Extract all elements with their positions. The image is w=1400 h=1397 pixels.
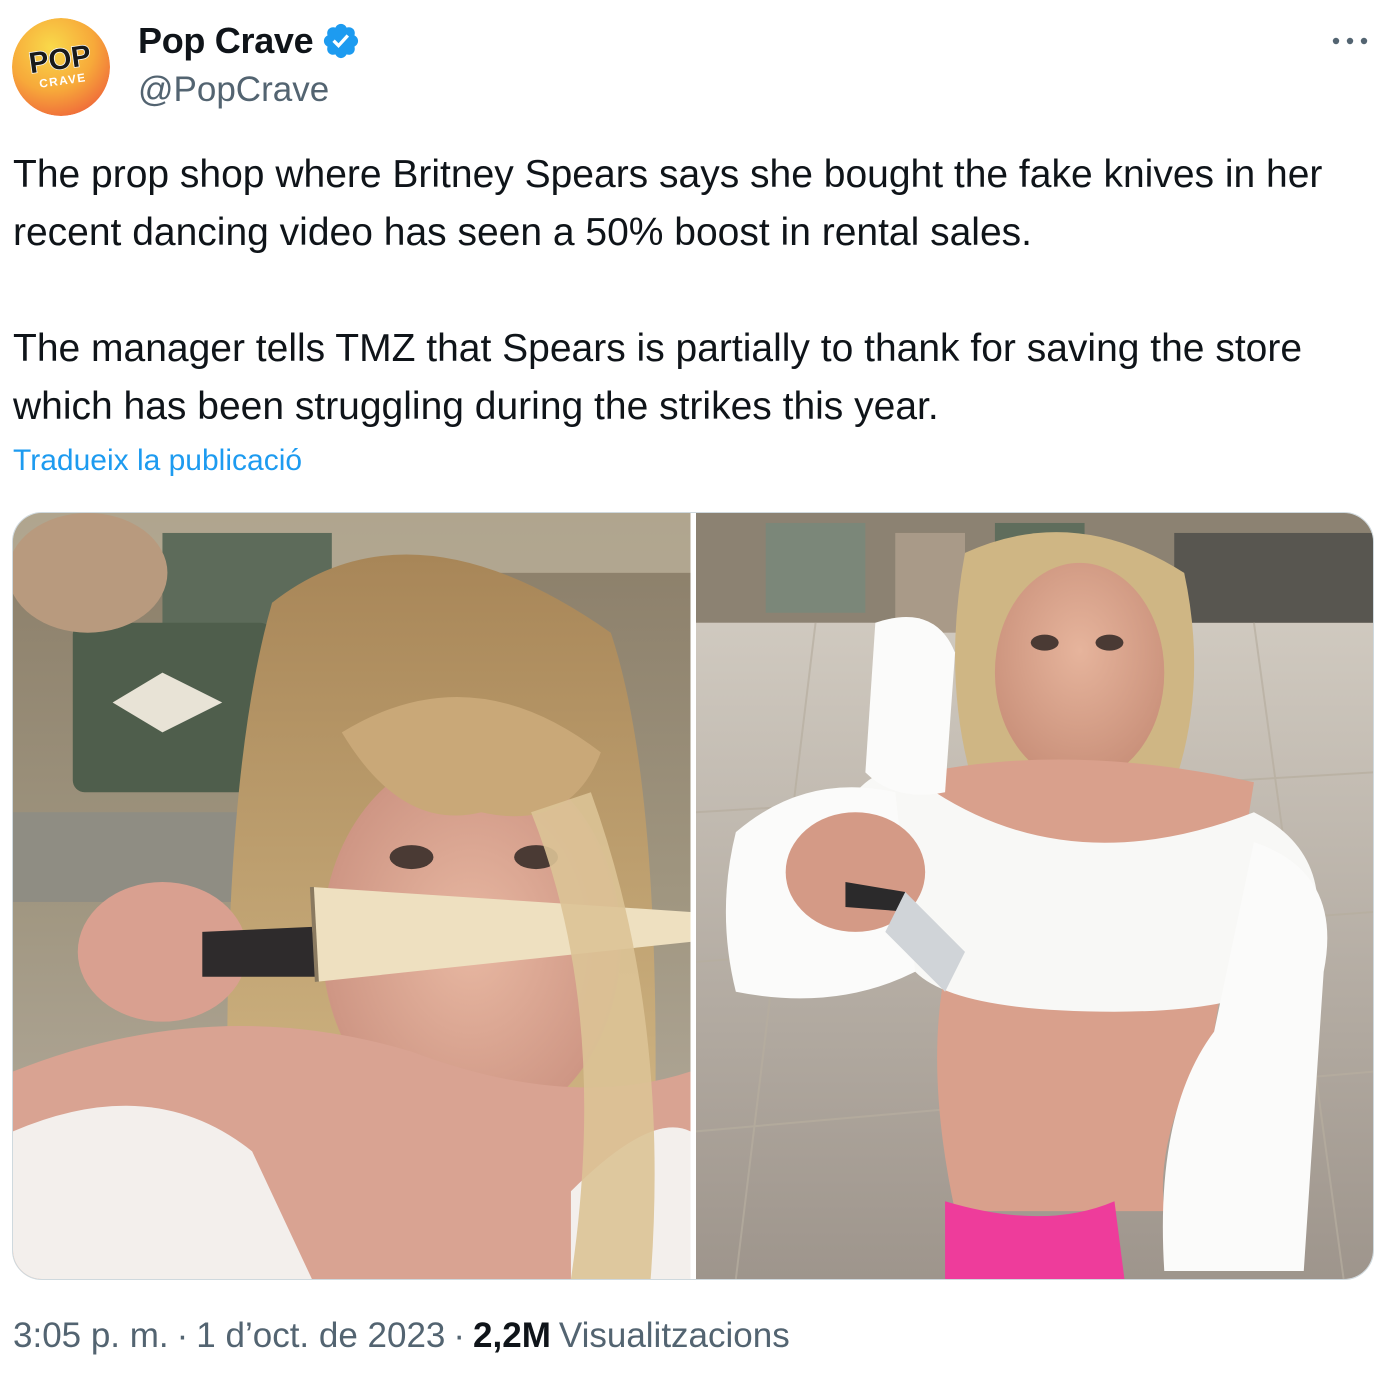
views-count[interactable]: 2,2M bbox=[473, 1316, 551, 1356]
more-horizontal-icon bbox=[1332, 37, 1368, 45]
tweet-date[interactable]: 1 d’oct. de 2023 bbox=[196, 1316, 445, 1356]
tweet-text: The prop shop where Britney Spears says … bbox=[13, 146, 1383, 436]
tweet-paragraph-2: The manager tells TMZ that Spears is par… bbox=[13, 327, 1303, 428]
tweet-paragraph-1: The prop shop where Britney Spears says … bbox=[13, 153, 1323, 254]
photo-right[interactable] bbox=[695, 513, 1373, 1279]
media-grid bbox=[12, 512, 1374, 1280]
author-name-row[interactable]: Pop Crave bbox=[138, 20, 361, 62]
tweet-meta: 3:05 p. m. · 1 d’oct. de 2023 · 2,2M Vis… bbox=[13, 1316, 790, 1356]
tweet-card: POP CRAVE Pop Crave @PopCrave The prop s… bbox=[0, 0, 1400, 1397]
translate-link[interactable]: Tradueix la publicació bbox=[13, 444, 302, 478]
meta-separator: · bbox=[176, 1316, 189, 1355]
views-label[interactable]: Visualitzacions bbox=[559, 1316, 790, 1356]
author-display-name[interactable]: Pop Crave bbox=[138, 20, 314, 62]
tweet-time[interactable]: 3:05 p. m. bbox=[13, 1316, 169, 1356]
author-avatar[interactable]: POP CRAVE bbox=[12, 18, 110, 116]
author-handle[interactable]: @PopCrave bbox=[138, 70, 329, 110]
more-options-button[interactable] bbox=[1328, 26, 1372, 56]
meta-separator: · bbox=[453, 1316, 466, 1355]
verified-badge-icon bbox=[324, 23, 359, 59]
photo-left[interactable] bbox=[13, 513, 691, 1279]
